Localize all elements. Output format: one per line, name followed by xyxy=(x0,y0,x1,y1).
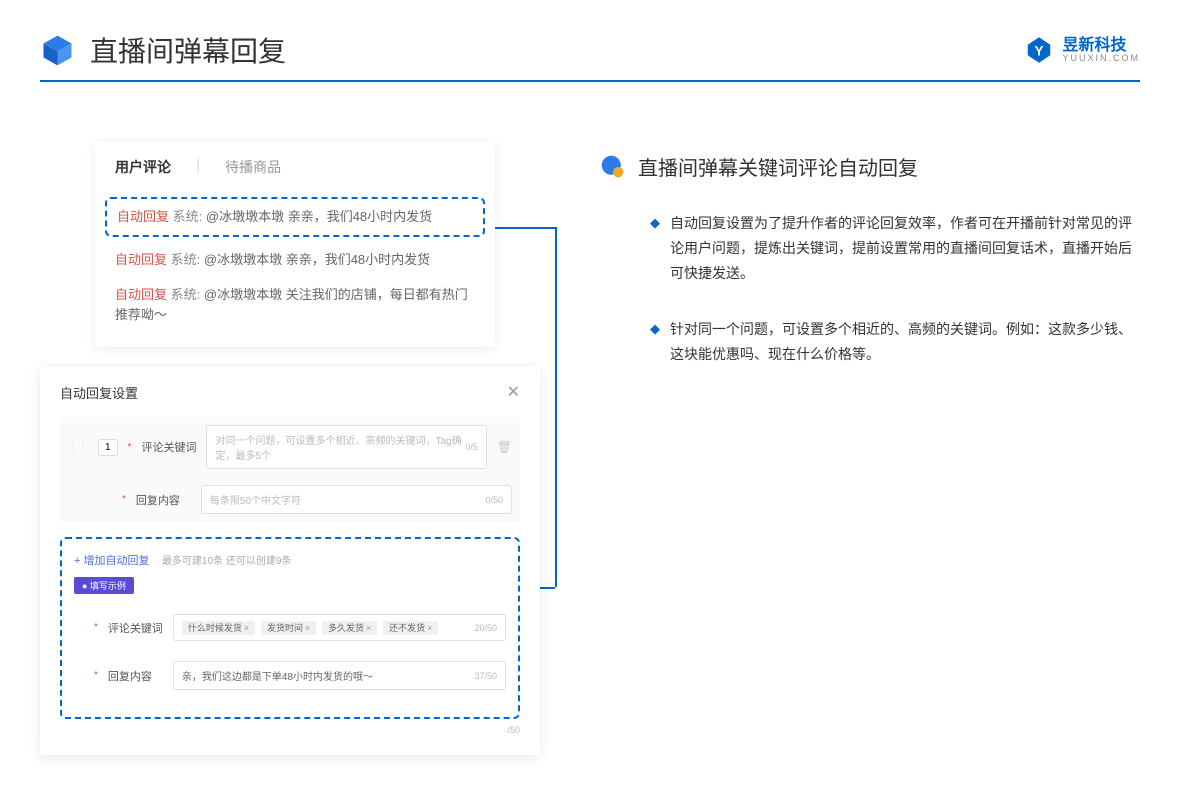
value: 亲，我们这边都是下单48小时内发货的哦～ xyxy=(182,668,373,683)
count: 20/50 xyxy=(474,623,497,633)
auto-reply-label: 自动回复 xyxy=(117,209,169,224)
brand-sub: YUUXIN.COM xyxy=(1062,54,1140,63)
ex-content-input[interactable]: 亲，我们这边都是下单48小时内发货的哦～ 37/50 xyxy=(173,661,506,690)
setting-row: ⋮⋮ 1 * 评论关键词 对同一个问题，可设置多个相近、高频的关键词，Tag确定… xyxy=(60,417,520,477)
connector-line xyxy=(495,227,555,229)
comment-text: @冰墩墩本墩 关注我们的店铺，每日都有热门推荐呦～ xyxy=(115,287,468,322)
ex-keyword-input[interactable]: 什么时候发货× 发货时间× 多久发货× 还不发货× 20/50 xyxy=(173,614,506,641)
required-dot: * xyxy=(94,670,98,681)
content-label: 回复内容 xyxy=(136,492,191,508)
count: 37/50 xyxy=(474,671,497,681)
example-content-row: * 回复内容 亲，我们这边都是下单48小时内发货的哦～ 37/50 xyxy=(74,656,506,695)
limit-text: 最多可建10条 还可以创建9条 xyxy=(162,556,291,567)
content-input[interactable]: 每条限50个中文字符 0/50 xyxy=(201,485,512,514)
tags: 什么时候发货× 发货时间× 多久发货× 还不发货× xyxy=(182,621,441,634)
setting-row: * 回复内容 每条限50个中文字符 0/50 xyxy=(60,477,520,522)
feature-header: 直播间弹幕关键词评论自动回复 xyxy=(600,152,1140,181)
placeholder: 对同一个问题，可设置多个相近、高频的关键词，Tag确定，最多5个 xyxy=(215,432,465,462)
bullet-item: ◆ 自动回复设置为了提升作者的评论回复效率，作者可在开播前针对常见的评论用户问题… xyxy=(600,211,1140,287)
index-badge: 1 xyxy=(98,439,118,456)
close-icon[interactable]: ✕ xyxy=(507,382,520,402)
trash-icon[interactable]: 🗑 xyxy=(497,440,512,454)
connector-line xyxy=(555,227,557,587)
comment-line: 自动回复 系统: @冰墩墩本墩 亲亲，我们48小时内发货 xyxy=(115,242,475,278)
right-panel: 直播间弹幕关键词评论自动回复 ◆ 自动回复设置为了提升作者的评论回复效率，作者可… xyxy=(600,142,1140,755)
keyword-input[interactable]: 对同一个问题，可设置多个相近、高频的关键词，Tag确定，最多5个 0/5 xyxy=(206,425,486,469)
tab-separator: | xyxy=(196,157,200,182)
sys-label: 系统: xyxy=(171,287,201,302)
required-dot: * xyxy=(94,622,98,633)
bullet-item: ◆ 针对同一个问题，可设置多个相近的、高频的关键词。例如：这款多少钱、这块能优惠… xyxy=(600,317,1140,367)
comment-highlighted: 自动回复 系统: @冰墩墩本墩 亲亲，我们48小时内发货 xyxy=(105,197,485,237)
drag-handle-icon[interactable]: ⋮⋮ xyxy=(68,442,88,453)
count: 0/50 xyxy=(485,495,503,505)
example-badge: ● 填写示例 xyxy=(74,577,134,594)
comment-text: @冰墩墩本墩 亲亲，我们48小时内发货 xyxy=(204,252,430,267)
feature-title: 直播间弹幕关键词评论自动回复 xyxy=(638,152,918,181)
comment-line: 自动回复 系统: @冰墩墩本墩 关注我们的店铺，每日都有热门推荐呦～ xyxy=(115,277,475,332)
svg-text:Y: Y xyxy=(1035,43,1044,58)
example-keyword-row: * 评论关键词 什么时候发货× 发货时间× 多久发货× 还不发货× 20/50 xyxy=(74,609,506,646)
brand-text-wrap: 昱新科技 YUUXIN.COM xyxy=(1062,38,1140,63)
ex-content-label: 回复内容 xyxy=(108,668,163,684)
tag-chip[interactable]: 还不发货× xyxy=(383,621,438,635)
settings-title: 自动回复设置 xyxy=(60,383,138,402)
left-panel: 用户评论 | 待播商品 自动回复 系统: @冰墩墩本墩 亲亲，我们48小时内发货… xyxy=(40,142,540,755)
diamond-icon: ◆ xyxy=(650,317,660,367)
tabs: 用户评论 | 待播商品 xyxy=(115,157,475,182)
bullet-text: 自动回复设置为了提升作者的评论回复效率，作者可在开播前针对常见的评论用户问题，提… xyxy=(670,211,1140,287)
brand-name: 昱新科技 xyxy=(1062,38,1140,54)
diamond-icon: ◆ xyxy=(650,211,660,287)
header-left: 直播间弹幕回复 xyxy=(40,30,286,70)
settings-card: 自动回复设置 ✕ ⋮⋮ 1 * 评论关键词 对同一个问题，可设置多个相近、高频的… xyxy=(40,367,540,755)
required-dot: * xyxy=(128,442,132,453)
settings-title-row: 自动回复设置 ✕ xyxy=(60,382,520,402)
ex-keyword-label: 评论关键词 xyxy=(108,620,163,636)
bullet-text: 针对同一个问题，可设置多个相近的、高频的关键词。例如：这款多少钱、这块能优惠吗、… xyxy=(670,317,1140,367)
keyword-label: 评论关键词 xyxy=(141,439,196,455)
required-dot: * xyxy=(122,494,126,505)
page-header: 直播间弹幕回复 Y 昱新科技 YUUXIN.COM xyxy=(0,0,1180,80)
placeholder: 每条限50个中文字符 xyxy=(210,492,301,507)
tab-comments[interactable]: 用户评论 xyxy=(115,157,171,182)
sys-label: 系统: xyxy=(171,252,201,267)
sys-label: 系统: xyxy=(173,209,203,224)
add-auto-reply-link[interactable]: + 增加自动回复 xyxy=(74,555,149,567)
dots-icon xyxy=(600,154,626,180)
comments-card: 用户评论 | 待播商品 自动回复 系统: @冰墩墩本墩 亲亲，我们48小时内发货… xyxy=(95,142,495,347)
tag-chip[interactable]: 多久发货× xyxy=(322,621,377,635)
auto-reply-label: 自动回复 xyxy=(115,287,167,302)
content: 用户评论 | 待播商品 自动回复 系统: @冰墩墩本墩 亲亲，我们48小时内发货… xyxy=(0,82,1180,795)
example-box: + 增加自动回复 最多可建10条 还可以创建9条 ● 填写示例 * 评论关键词 … xyxy=(60,537,520,719)
tag-chip[interactable]: 发货时间× xyxy=(261,621,316,635)
page-title: 直播间弹幕回复 xyxy=(90,30,286,70)
tab-products[interactable]: 待播商品 xyxy=(225,157,281,182)
brand-logo-icon: Y xyxy=(1024,35,1054,65)
cube-icon xyxy=(40,33,75,68)
count: 0/5 xyxy=(465,442,478,452)
auto-reply-label: 自动回复 xyxy=(115,252,167,267)
add-row: + 增加自动回复 最多可建10条 还可以创建9条 xyxy=(74,551,506,569)
brand: Y 昱新科技 YUUXIN.COM xyxy=(1024,35,1140,65)
tag-chip[interactable]: 什么时候发货× xyxy=(182,621,255,635)
trailing-count: /50 xyxy=(60,719,520,735)
comment-text: @冰墩墩本墩 亲亲，我们48小时内发货 xyxy=(206,209,432,224)
